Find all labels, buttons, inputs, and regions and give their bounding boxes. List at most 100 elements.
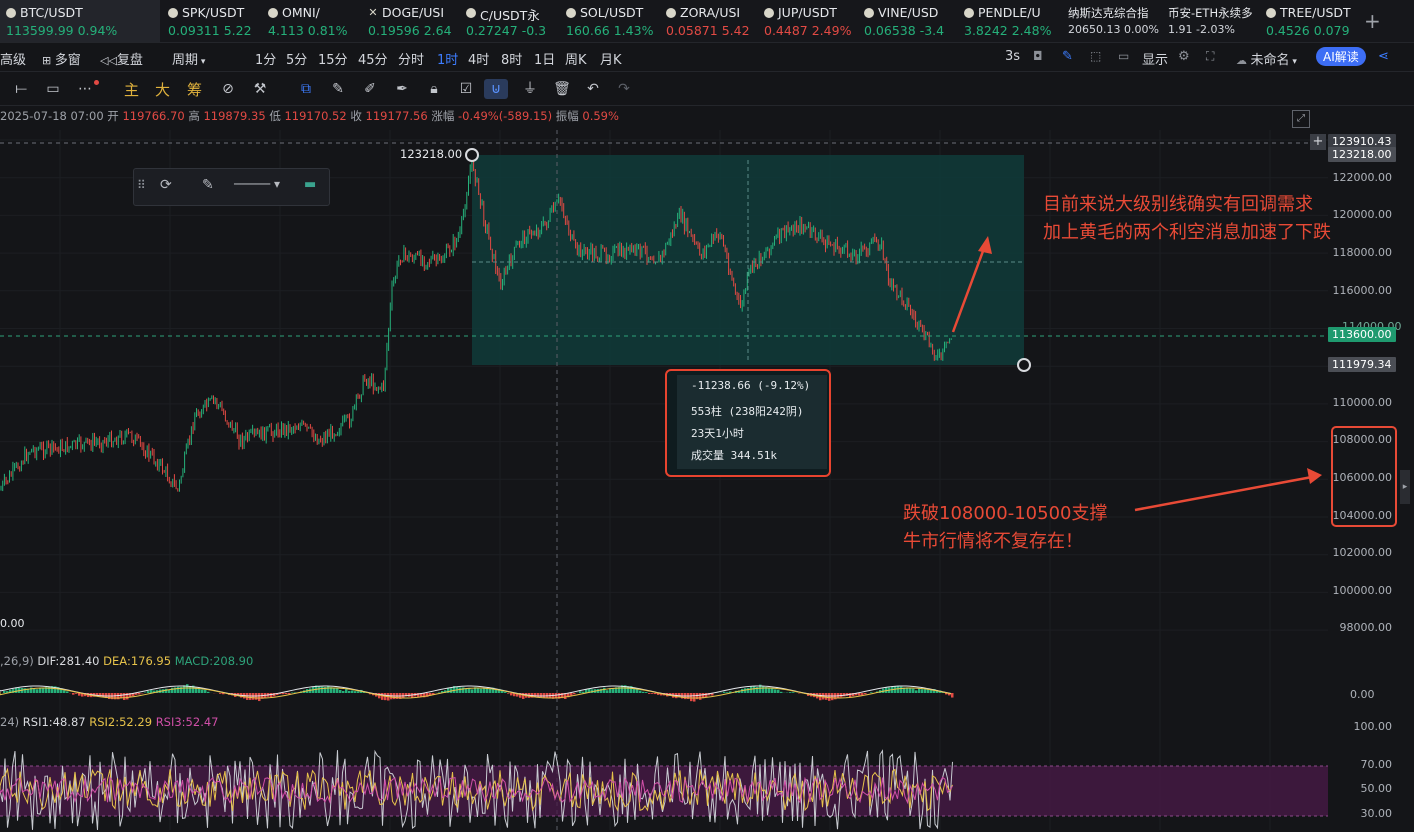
- rsi1-value: RSI1:48.87: [22, 715, 86, 729]
- macd-bar: [726, 692, 729, 693]
- macd-bar: [771, 688, 774, 693]
- price-tag-current: 113600.00: [1328, 327, 1396, 342]
- macd-pane: [0, 684, 954, 702]
- macd-bar: [909, 688, 912, 693]
- macd-bar: [459, 687, 462, 693]
- macd-bar: [654, 693, 657, 695]
- macd-bar: [828, 693, 831, 701]
- measure-volume: 成交量 344.51k: [691, 449, 777, 462]
- macd-bar: [645, 692, 648, 693]
- macd-bar: [582, 691, 585, 693]
- macd-bar: [471, 689, 474, 693]
- drag-handle-icon[interactable]: ⠿: [137, 178, 146, 192]
- macd-bar: [636, 689, 639, 693]
- macd-bar: [747, 688, 750, 693]
- measure-handle-end[interactable]: [1017, 358, 1031, 372]
- macd-bar: [777, 689, 780, 693]
- price-axis-label: 100000.00: [1332, 584, 1393, 597]
- rsi-axis-label: 30.00: [1360, 807, 1393, 820]
- annotation-top-line1: 目前来说大级别线确实有回调需求: [1043, 194, 1313, 215]
- rsi3-value: RSI3:52.47: [155, 715, 219, 729]
- macd-bar: [75, 693, 78, 694]
- macd-bar: [351, 690, 354, 693]
- rsi2-value: RSI2:52.29: [89, 715, 153, 729]
- macd-bar: [690, 693, 693, 702]
- rsi-params: 24): [0, 715, 20, 729]
- macd-bar: [186, 684, 189, 693]
- macd-bar: [573, 693, 576, 695]
- macd-bar: [327, 686, 330, 693]
- macd-bar: [864, 693, 867, 695]
- macd-bar: [924, 689, 927, 693]
- macd-bar: [168, 689, 171, 693]
- price-axis-label: 108000.00: [1332, 433, 1393, 446]
- macd-bar: [246, 693, 249, 700]
- macd-bar: [207, 691, 210, 693]
- macd-bar: [762, 686, 765, 693]
- macd-bar: [951, 693, 954, 698]
- macd-legend: ,26,9) DIF:281.40 DEA:176.95 MACD:208.90: [0, 654, 253, 668]
- macd-bar: [198, 688, 201, 693]
- macd-bar: [510, 693, 513, 696]
- macd-bar: [165, 688, 168, 693]
- macd-bar: [753, 686, 756, 693]
- axis-add-icon[interactable]: +: [1310, 134, 1326, 150]
- macd-bar: [651, 693, 654, 694]
- macd-bar: [342, 691, 345, 693]
- macd-bar: [348, 690, 351, 693]
- macd-bar: [603, 687, 606, 693]
- macd-bar: [921, 689, 924, 693]
- measure-stats-box: -11238.66 (-9.12%) 553柱 (238阳242阴) 23天1小…: [665, 369, 831, 477]
- annotation-arrow-right-head: [1307, 468, 1322, 484]
- macd-bar: [606, 690, 609, 693]
- fill-icon[interactable]: ▬: [304, 177, 316, 192]
- macd-bar: [33, 688, 36, 693]
- macd-bar: [486, 688, 489, 693]
- macd-bar: [381, 693, 384, 700]
- macd-bar: [123, 693, 126, 701]
- left-partial-value: 0.00: [0, 617, 25, 630]
- macd-axis-zero: 0.00: [1350, 688, 1375, 701]
- macd-bar: [579, 691, 582, 693]
- macd-bar: [642, 691, 645, 693]
- price-axis-label: 98000.00: [1339, 621, 1393, 634]
- measure-change: -11238.66 (-9.12%): [691, 379, 811, 392]
- macd-bar: [858, 693, 861, 696]
- macd-bar: [693, 693, 696, 702]
- macd-bar: [285, 693, 288, 695]
- macd-bar: [792, 692, 795, 693]
- template-icon[interactable]: ⟳: [160, 177, 172, 193]
- macd-bar: [336, 688, 339, 693]
- annotation-arrow-right: [1134, 475, 1313, 512]
- price-tag-high: 123218.00: [1328, 147, 1396, 162]
- peak-price-label: 123218.00: [400, 147, 463, 161]
- price-axis-label: 122000.00: [1332, 171, 1393, 184]
- macd-bar: [849, 693, 852, 698]
- rsi-axis-label: 100.00: [1353, 720, 1393, 733]
- measure-duration: 23天1小时: [691, 427, 744, 440]
- macd-bar: [570, 693, 573, 696]
- measure-handle-start[interactable]: [465, 148, 479, 162]
- line-style-dropdown[interactable]: ───── ▾: [234, 177, 280, 191]
- macd-bar: [912, 688, 915, 693]
- macd-bar: [201, 689, 204, 693]
- price-axis-label: 102000.00: [1332, 546, 1393, 559]
- macd-bar: [780, 691, 783, 693]
- macd-bar: [357, 691, 360, 693]
- macd-bar: [774, 689, 777, 693]
- macd-bar: [483, 688, 486, 693]
- color-pencil-icon[interactable]: ✎: [202, 177, 214, 193]
- macd-bar: [447, 688, 450, 693]
- macd-bar: [915, 690, 918, 693]
- rsi-axis-label: 50.00: [1360, 782, 1393, 795]
- macd-bar: [699, 693, 702, 700]
- side-panel-toggle[interactable]: ▸: [1400, 470, 1410, 504]
- macd-bar: [477, 687, 480, 693]
- macd-bar: [861, 693, 864, 696]
- price-tag-low: 111979.34: [1328, 357, 1396, 372]
- macd-dea: DEA:176.95: [103, 654, 172, 668]
- macd-bar: [258, 693, 261, 702]
- price-axis-label: 110000.00: [1332, 396, 1393, 409]
- macd-bar: [462, 687, 465, 693]
- rsi-legend: 24) RSI1:48.87 RSI2:52.29 RSI3:52.47: [0, 715, 218, 729]
